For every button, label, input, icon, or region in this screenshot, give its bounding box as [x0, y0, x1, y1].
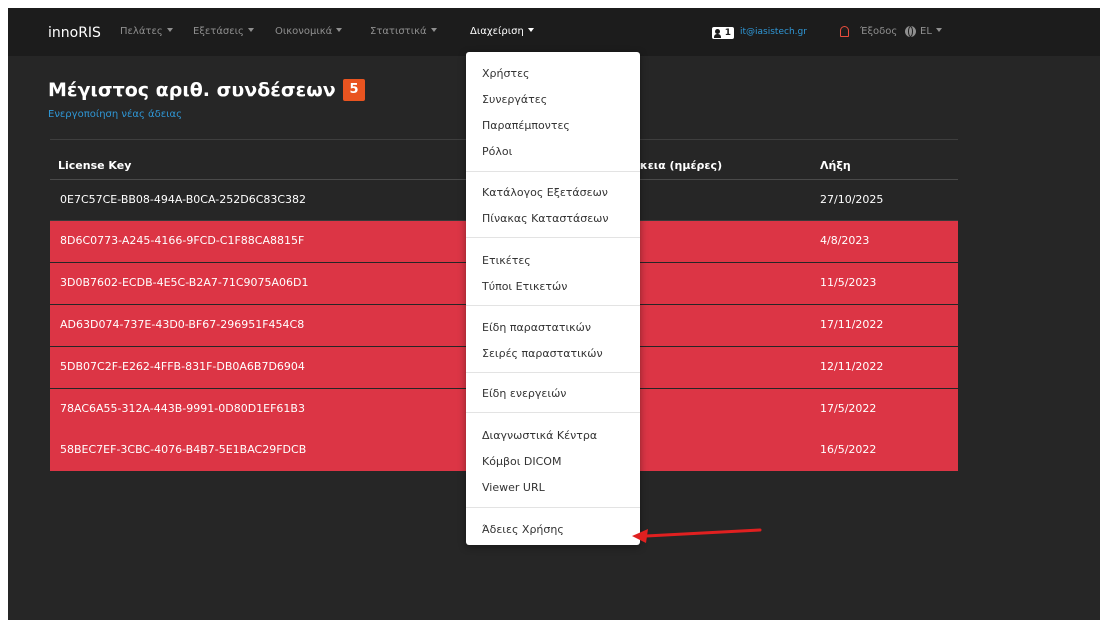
caret-down-icon: [166, 28, 173, 32]
caret-down-icon: [336, 28, 343, 32]
menu-exams-label: Εξετάσεις: [193, 26, 244, 37]
max-connections-badge: 5: [343, 79, 365, 101]
menu-administration-label: Διαχείριση: [470, 26, 524, 37]
dropdown-divider: [466, 372, 640, 373]
dropdown-divider: [466, 412, 640, 413]
expiry-cell: 16/5/2022: [820, 443, 877, 456]
app-window: innoRIS Πελάτες Εξετάσεις Οικονομικά Στα…: [8, 8, 1100, 620]
dropdown-item-referrers[interactable]: Παραπέμποντες: [482, 119, 570, 132]
menu-exams[interactable]: Εξετάσεις: [193, 26, 254, 37]
menu-finance-label: Οικονομικά: [275, 26, 333, 37]
menu-customers[interactable]: Πελάτες: [120, 26, 173, 37]
navbar: innoRIS Πελάτες Εξετάσεις Οικονομικά Στα…: [8, 8, 1100, 56]
dropdown-item-licenses[interactable]: Άδειες Χρήσης: [482, 523, 564, 536]
license-key-cell: AD63D074-737E-43D0-BF67-296951F454C8: [60, 318, 305, 331]
license-key-cell: 5DB07C2F-E262-4FFB-831F-DB0A6B7D6904: [60, 360, 305, 373]
column-duration[interactable]: ρκεια (ημέρες): [632, 159, 722, 172]
expiry-cell: 27/10/2025: [820, 193, 884, 206]
dropdown-divider: [466, 237, 640, 238]
user-icon[interactable]: 1: [712, 27, 734, 39]
dropdown-item-document-series[interactable]: Σειρές παραστατικών: [482, 347, 603, 360]
menu-finance[interactable]: Οικονομικά: [275, 26, 343, 37]
caret-down-icon: [430, 28, 437, 32]
column-license-key[interactable]: License Key: [58, 159, 131, 172]
license-key-cell: 58BEC7EF-3CBC-4076-B4B7-5E1BAC29FDCB: [60, 443, 307, 456]
bell-icon[interactable]: [840, 26, 849, 37]
language-selector[interactable]: EL: [920, 26, 942, 37]
expiry-cell: 12/11/2022: [820, 360, 884, 373]
administration-dropdown-menu: Χρήστες Συνεργάτες Παραπέμποντες Ρόλοι Κ…: [466, 52, 640, 545]
expiry-cell: 11/5/2023: [820, 276, 877, 289]
menu-administration[interactable]: Διαχείριση: [470, 26, 534, 37]
dropdown-item-labels[interactable]: Ετικέτες: [482, 254, 531, 267]
caret-down-icon: [527, 28, 534, 32]
dropdown-divider: [466, 507, 640, 508]
page-title: Μέγιστος αριθ. συνδέσεων: [48, 79, 336, 101]
column-expiry[interactable]: Λήξη: [820, 159, 851, 172]
dropdown-item-document-types[interactable]: Είδη παραστατικών: [482, 321, 591, 334]
expiry-cell: 4/8/2023: [820, 234, 870, 247]
activate-license-link[interactable]: Ενεργοποίηση νέας άδειας: [48, 109, 182, 120]
expiry-cell: 17/5/2022: [820, 402, 877, 415]
dropdown-item-exam-catalog[interactable]: Κατάλογος Εξετάσεων: [482, 186, 608, 199]
dropdown-divider: [466, 305, 640, 306]
license-key-cell: 8D6C0773-A245-4166-9FCD-C1F88CA8815F: [60, 234, 305, 247]
menu-statistics[interactable]: Στατιστικά: [370, 26, 437, 37]
dropdown-item-diagnostic-centers[interactable]: Διαγνωστικά Κέντρα: [482, 429, 597, 442]
language-label: EL: [920, 26, 932, 37]
user-count: 1: [724, 28, 731, 38]
dropdown-item-viewer-url[interactable]: Viewer URL: [482, 481, 545, 494]
dropdown-item-users[interactable]: Χρήστες: [482, 67, 530, 80]
caret-down-icon: [247, 28, 254, 32]
user-email[interactable]: it@iasistech.gr: [740, 27, 807, 37]
menu-customers-label: Πελάτες: [120, 26, 163, 37]
dropdown-item-partners[interactable]: Συνεργάτες: [482, 93, 547, 106]
dropdown-item-status-table[interactable]: Πίνακας Καταστάσεων: [482, 212, 609, 225]
license-key-cell: 0E7C57CE-BB08-494A-B0CA-252D6C83C382: [60, 193, 307, 206]
dropdown-item-roles[interactable]: Ρόλοι: [482, 145, 512, 158]
license-key-cell: 78AC6A55-312A-443B-9991-0D80D1EF61B3: [60, 402, 305, 415]
menu-statistics-label: Στατιστικά: [370, 26, 427, 37]
license-key-cell: 3D0B7602-ECDB-4E5C-B2A7-71C9075A06D1: [60, 276, 309, 289]
expiry-cell: 17/11/2022: [820, 318, 884, 331]
caret-down-icon: [935, 28, 942, 32]
arrow-annotation-icon: [632, 528, 762, 543]
dropdown-item-label-types[interactable]: Τύποι Ετικετών: [482, 280, 567, 293]
logout-link[interactable]: Έξοδος: [860, 26, 897, 37]
brand-logo[interactable]: innoRIS: [48, 25, 101, 41]
dropdown-divider: [466, 171, 640, 172]
dropdown-item-action-types[interactable]: Είδη ενεργειών: [482, 387, 566, 400]
dropdown-item-dicom-nodes[interactable]: Κόμβοι DICOM: [482, 455, 561, 468]
globe-icon[interactable]: [905, 26, 916, 37]
